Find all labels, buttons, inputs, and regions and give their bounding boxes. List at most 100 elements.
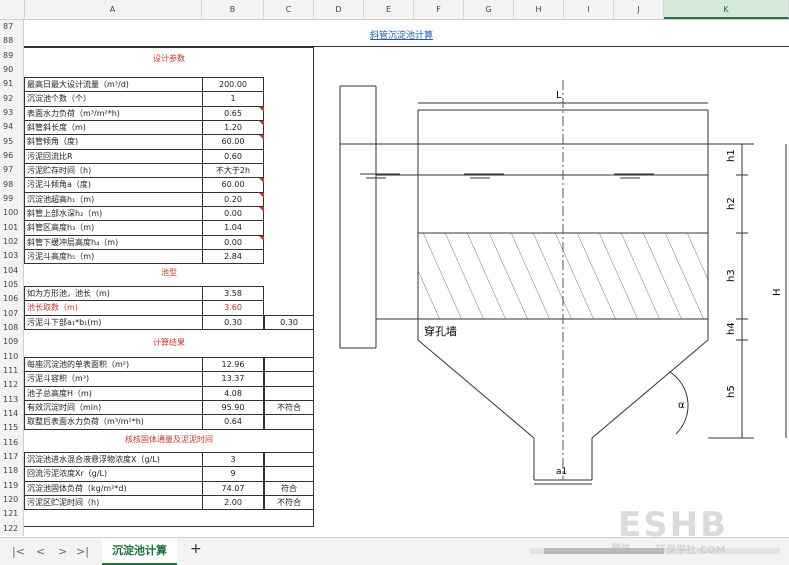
param-label[interactable]: 污泥斗倾角a（度) xyxy=(24,177,202,193)
comment-marker[interactable] xyxy=(259,178,264,184)
row-header[interactable]: 122 xyxy=(0,521,24,536)
param-value[interactable]: 0.64 xyxy=(202,414,264,430)
comment-marker[interactable] xyxy=(259,135,264,141)
param-label[interactable]: 斜管上部水深h₂（m) xyxy=(24,205,202,222)
param-label[interactable]: 污泥贮存时间（h) xyxy=(24,162,202,179)
sheet-grid[interactable]: 斜管沉淀池计算 设计参数 最高日最大设计流量（m³/d) 200.00 沉淀池个数（… xyxy=(24,20,789,536)
param-label[interactable]: 池子总高度H（m) xyxy=(24,385,202,401)
column-header-i[interactable]: I xyxy=(564,0,614,19)
row-header[interactable]: 102 xyxy=(0,234,24,250)
param-label[interactable]: 表面水力负荷（m³/m²*h) xyxy=(24,105,202,121)
first-sheet-button[interactable]: |< xyxy=(12,545,25,558)
param-note[interactable] xyxy=(264,357,314,373)
row-header[interactable]: 87 xyxy=(0,20,24,35)
row-header[interactable]: 97 xyxy=(0,163,24,178)
row-header[interactable]: 100 xyxy=(0,206,24,221)
column-header-c[interactable]: C xyxy=(264,0,314,19)
row-header[interactable]: 104 xyxy=(0,263,24,278)
row-header[interactable]: 101 xyxy=(0,220,24,235)
param-label[interactable]: 沉淀池进水混合液悬浮物浓度X（g/L) xyxy=(24,452,202,468)
param-label[interactable]: 污泥区贮泥时间（h) xyxy=(24,494,202,511)
param-value[interactable]: 0.20 xyxy=(202,191,264,207)
row-header[interactable]: 107 xyxy=(0,306,24,321)
param-value[interactable]: 0.00 xyxy=(202,205,264,222)
row-header[interactable]: 95 xyxy=(0,134,24,149)
select-all-corner[interactable] xyxy=(0,0,25,19)
param-label[interactable]: 斜管斜长度（m) xyxy=(24,119,202,136)
sheet-title-link[interactable]: 斜管沉淀池计算 xyxy=(370,28,433,41)
row-header[interactable]: 106 xyxy=(0,292,24,307)
param-value[interactable]: 3 xyxy=(202,452,264,468)
param-label[interactable]: 每座沉淀池的单表面积（m²) xyxy=(24,357,202,373)
scrollbar-thumb[interactable] xyxy=(544,548,664,554)
param-label[interactable]: 最高日最大设计流量（m³/d) xyxy=(24,77,202,93)
param-value[interactable]: 1.20 xyxy=(202,119,264,136)
param-value[interactable]: 0.60 xyxy=(202,148,264,164)
column-header-h[interactable]: H xyxy=(514,0,564,19)
param-value[interactable]: 0.65 xyxy=(202,105,264,121)
param-note[interactable] xyxy=(264,466,314,482)
param-label[interactable]: 沉淀池超高h₁（m) xyxy=(24,191,202,207)
param-note[interactable] xyxy=(264,414,314,430)
param-label[interactable]: 沉淀池个数（个） xyxy=(24,91,202,107)
row-header[interactable]: 121 xyxy=(0,507,24,522)
param-value[interactable]: 12.96 xyxy=(202,357,264,373)
row-header[interactable]: 112 xyxy=(0,378,24,393)
row-header[interactable]: 110 xyxy=(0,349,24,364)
comment-marker[interactable] xyxy=(259,235,264,241)
row-header[interactable]: 114 xyxy=(0,406,24,422)
param-label[interactable]: 沉淀池固体负荷（kg/m²*d) xyxy=(24,480,202,496)
row-header[interactable]: 93 xyxy=(0,105,24,121)
param-value[interactable]: 2.00 xyxy=(202,494,264,511)
param-note[interactable] xyxy=(264,452,314,468)
param-label[interactable]: 如为方形池，池长（m) xyxy=(24,286,202,302)
column-header-d[interactable]: D xyxy=(314,0,364,19)
row-header[interactable]: 119 xyxy=(0,478,24,493)
row-header[interactable]: 96 xyxy=(0,148,24,164)
param-value[interactable]: 60.00 xyxy=(202,134,264,150)
last-sheet-button[interactable]: >| xyxy=(76,545,89,558)
row-header[interactable]: 91 xyxy=(0,77,24,92)
param-label[interactable]: 取整后表面水力负荷（m³/m²*h) xyxy=(24,414,202,430)
param-value[interactable]: 2.84 xyxy=(202,248,264,265)
param-note[interactable]: 不符合 xyxy=(264,494,314,511)
param-label[interactable]: 污泥回流比R xyxy=(24,148,202,164)
row-header[interactable]: 111 xyxy=(0,363,24,379)
param-value[interactable]: 1.04 xyxy=(202,220,264,236)
comment-marker[interactable] xyxy=(259,206,264,212)
param-value[interactable]: 200.00 xyxy=(202,77,264,93)
row-header[interactable]: 116 xyxy=(0,435,24,450)
param-label[interactable]: 污泥斗下部a₁*b₁(m) xyxy=(24,314,202,330)
row-header[interactable]: 103 xyxy=(0,249,24,264)
row-header[interactable]: 109 xyxy=(0,335,24,350)
column-header-a[interactable]: A xyxy=(24,0,202,19)
column-header-e[interactable]: E xyxy=(364,0,414,19)
row-header[interactable]: 89 xyxy=(0,48,24,63)
param-value[interactable]: 60.00 xyxy=(202,177,264,193)
param-value[interactable]: 不大于2h xyxy=(202,162,264,179)
sheet-tab-sedimentation[interactable]: 沉淀池计算 xyxy=(102,538,177,565)
param-value[interactable]: 3.58 xyxy=(202,286,264,302)
param-label[interactable]: 回流污泥浓度Xr（g/L) xyxy=(24,466,202,482)
horizontal-scrollbar[interactable] xyxy=(530,548,780,554)
row-header[interactable]: 98 xyxy=(0,177,24,192)
comment-marker[interactable] xyxy=(259,106,264,112)
row-header[interactable]: 94 xyxy=(0,120,24,135)
row-header[interactable]: 113 xyxy=(0,392,24,407)
param-label[interactable]: 斜管倾角（度) xyxy=(24,134,202,150)
param-value[interactable]: 9 xyxy=(202,466,264,482)
row-header[interactable]: 99 xyxy=(0,191,24,207)
comment-marker[interactable] xyxy=(259,120,264,126)
row-header[interactable]: 115 xyxy=(0,421,24,436)
row-header[interactable]: 92 xyxy=(0,91,24,106)
param-value[interactable]: 95.90 xyxy=(202,399,264,416)
param-value[interactable]: 3.60 xyxy=(202,300,264,316)
param-value[interactable]: 1 xyxy=(202,91,264,107)
column-header-g[interactable]: G xyxy=(464,0,514,19)
row-header[interactable]: 120 xyxy=(0,492,24,508)
param-value[interactable]: 13.37 xyxy=(202,371,264,387)
column-header-j[interactable]: J xyxy=(614,0,664,19)
comment-marker[interactable] xyxy=(259,192,264,198)
param-label[interactable]: 池长取数（m) xyxy=(24,300,202,316)
param-label[interactable]: 污泥斗容积（m³) xyxy=(24,371,202,387)
